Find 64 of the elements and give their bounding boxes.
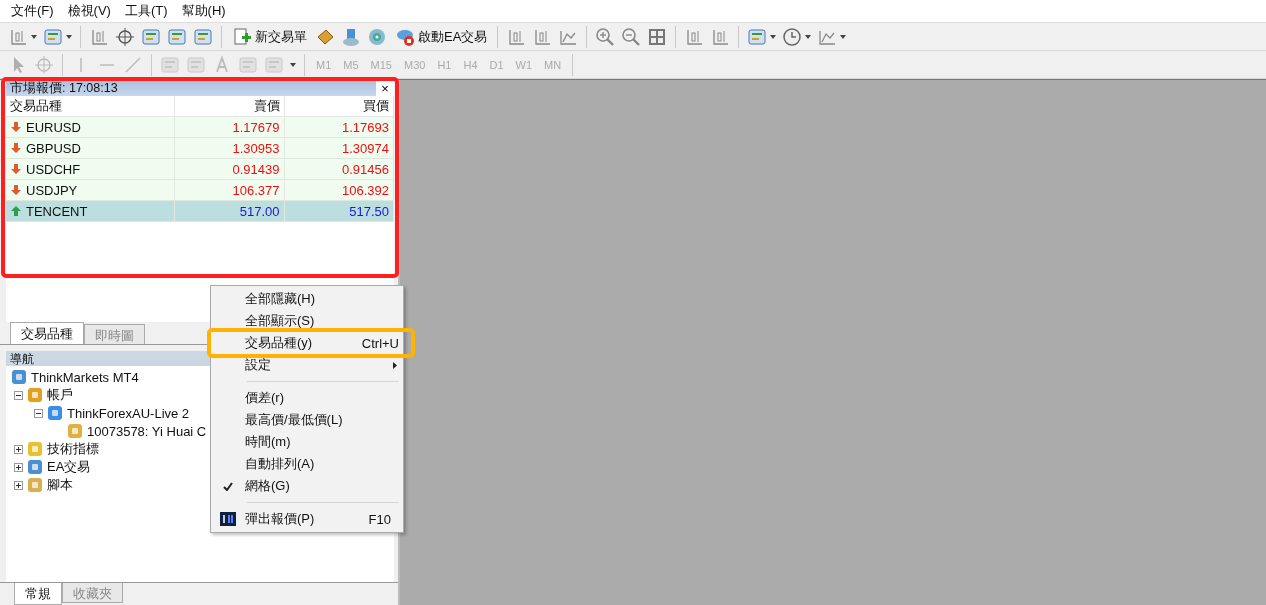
scripts-icon [26, 476, 44, 494]
server-icon [46, 404, 64, 422]
tree-item[interactable]: 帳戶 [47, 386, 73, 404]
expand-icon[interactable] [14, 480, 23, 490]
tree-item[interactable]: 10073578: Yi Huai C [87, 423, 207, 439]
tree-item[interactable]: 技術指標 [47, 440, 99, 458]
quote-row[interactable]: TENCENT 517.00 517.50 [6, 200, 394, 222]
quote-row[interactable]: GBPUSD 1.30953 1.30974 [6, 137, 394, 159]
zoom-out-icon[interactable] [621, 26, 642, 47]
expand-icon[interactable] [14, 444, 23, 454]
zoom-in-icon[interactable] [595, 26, 616, 47]
signal-icon[interactable] [367, 26, 387, 47]
trendline-icon[interactable] [123, 54, 143, 75]
accounts-icon [26, 386, 44, 404]
tree-item[interactable]: 腳本 [47, 476, 73, 494]
menu-item[interactable]: 幫助(H) [174, 2, 233, 20]
clock-icon[interactable] [782, 26, 803, 47]
expand-icon[interactable] [14, 462, 23, 472]
caret-icon[interactable] [66, 34, 72, 39]
menu-item[interactable]: 自動排列(A) [211, 453, 403, 475]
quote-row[interactable]: USDJPY 106.377 106.392 [6, 179, 394, 201]
symbol-cell: TENCENT [6, 200, 175, 222]
collapse-icon[interactable] [34, 408, 43, 418]
caret-icon[interactable] [31, 34, 37, 39]
menu-item[interactable]: 網格(G) [211, 475, 403, 497]
menu-item[interactable]: 全部隱藏(H) [211, 288, 403, 310]
collapse-icon[interactable] [14, 390, 23, 400]
menu-item[interactable]: 交易品種(y) Ctrl+U [207, 328, 415, 358]
menu-item[interactable]: 工具(T) [117, 2, 175, 20]
caret-icon[interactable] [840, 34, 847, 39]
caret-icon[interactable] [290, 62, 296, 67]
tree-item[interactable]: ThinkMarkets MT4 [31, 369, 139, 385]
expert-advisors-button[interactable]: 啟動EA交易 [393, 26, 490, 47]
tree-item[interactable]: ThinkForexAU-Live 2 [67, 405, 190, 421]
column-header[interactable]: 交易品種 [6, 96, 175, 117]
symbol-cell: USDCHF [6, 158, 175, 180]
tab[interactable]: 交易品種 [10, 322, 84, 344]
menu-item[interactable]: 文件(F) [4, 2, 61, 20]
document-plus-icon [232, 26, 252, 47]
terminal-window-icon [220, 512, 236, 526]
symbol-cell: EURUSD [6, 116, 175, 138]
menu-item[interactable]: 價差(r) [211, 387, 403, 409]
grid-icon[interactable] [647, 26, 668, 47]
menu-item[interactable]: 時間(m) [211, 431, 403, 453]
symbol-cell: USDJPY [6, 179, 175, 201]
quote-row[interactable]: USDCHF 0.91439 0.91456 [6, 158, 394, 180]
new-order-button[interactable]: 新交易單 [230, 26, 309, 47]
menu-item[interactable]: 檢視(V) [60, 2, 118, 20]
menu-item[interactable]: 彈出報價(P) F10 [211, 508, 403, 530]
crosshair-icon[interactable] [115, 26, 135, 47]
column-header[interactable]: 賣價 [174, 96, 284, 117]
caret-icon[interactable] [805, 34, 812, 39]
window-title: 市場報價: 17:08:13 [10, 79, 118, 97]
tab[interactable]: 常規 [14, 583, 62, 605]
terminal-icon [10, 368, 28, 386]
column-header[interactable]: 買價 [284, 96, 394, 117]
caret-icon[interactable] [770, 34, 777, 39]
symbol-cell: GBPUSD [6, 137, 175, 159]
indicators-icon [26, 440, 44, 458]
experts-icon [26, 458, 44, 476]
menu-item[interactable]: 最高價/最低價(L) [211, 409, 403, 431]
account-icon [66, 422, 84, 440]
tree-item[interactable]: EA交易 [47, 458, 91, 476]
quote-row[interactable]: EURUSD 1.17679 1.17693 [6, 116, 394, 138]
